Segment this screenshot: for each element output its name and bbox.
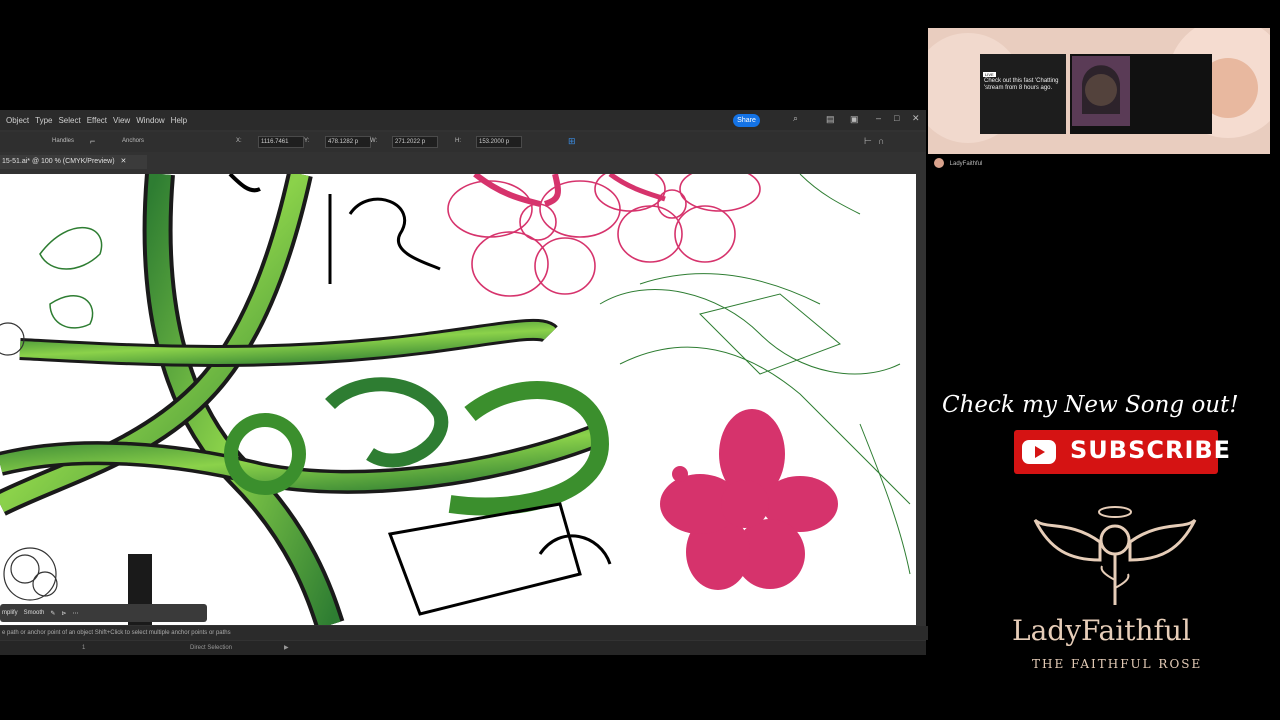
video-thumbnail[interactable] bbox=[1070, 54, 1212, 134]
shape-builder-icon[interactable]: ∩ bbox=[878, 136, 884, 146]
h-field[interactable]: 153.2000 p bbox=[476, 136, 522, 148]
w-label: W: bbox=[370, 138, 378, 144]
close-icon[interactable]: ✕ bbox=[912, 113, 920, 124]
avatar bbox=[934, 158, 944, 168]
artboard-number[interactable]: 1 bbox=[82, 641, 85, 655]
arrange-documents-icon[interactable]: ▤ bbox=[826, 114, 835, 125]
flower-outline-2 bbox=[594, 174, 761, 263]
status-hint: e path or anchor point of an object Shif… bbox=[0, 626, 928, 640]
streamer-row: LadyFaithful bbox=[934, 158, 1134, 172]
anchor-tool-icon[interactable]: ⊳ bbox=[61, 610, 66, 617]
vine-curl bbox=[325, 377, 449, 468]
promo-text: Check out this fast 'Chatting 'stream fr… bbox=[984, 78, 1059, 91]
menu-type[interactable]: Type bbox=[35, 116, 52, 125]
winged-rose-logo bbox=[1033, 506, 1197, 605]
share-button[interactable]: Share bbox=[733, 114, 760, 127]
brand-name: LadyFaithful bbox=[1012, 614, 1191, 647]
streamer-thumbnail-svg bbox=[1072, 56, 1130, 126]
pen-tool-icon[interactable]: ✎ bbox=[50, 610, 55, 617]
live-badge: LIVE bbox=[983, 72, 996, 77]
x-label: X: bbox=[236, 138, 242, 144]
youtube-icon bbox=[1022, 440, 1056, 464]
menu-select[interactable]: Select bbox=[58, 116, 80, 125]
minimize-icon[interactable]: – bbox=[876, 113, 881, 123]
menu-window[interactable]: Window bbox=[136, 116, 164, 125]
cta-text: Check my New Song out! bbox=[942, 392, 1239, 418]
y-field[interactable]: 478.1282 p bbox=[325, 136, 371, 148]
flower-outline-1 bbox=[447, 180, 621, 297]
h-label: H: bbox=[455, 138, 461, 144]
search-icon[interactable]: ⌕ bbox=[793, 113, 798, 124]
document-tab[interactable]: 15-51.ai* @ 100 % (CMYK/Preview) ✕ bbox=[0, 155, 147, 169]
workspace-icon[interactable]: ▣ bbox=[850, 114, 859, 125]
control-bar: Handles ⌐ Anchors X: 1116.7461 Y: 478.12… bbox=[0, 132, 926, 152]
document-tab-title: 15-51.ai* @ 100 % (CMYK/Preview) bbox=[2, 158, 115, 165]
contextual-task-bar: mplify Smooth ✎ ⊳ ⋯ bbox=[0, 604, 207, 622]
artboard-canvas[interactable] bbox=[0, 174, 916, 625]
simplify-button[interactable]: mplify bbox=[2, 610, 18, 616]
x-field[interactable]: 1116.7461 bbox=[258, 136, 304, 148]
menu-effect[interactable]: Effect bbox=[87, 116, 107, 125]
menu-view[interactable]: View bbox=[113, 116, 130, 125]
align-icon[interactable]: ⊢ bbox=[864, 136, 872, 147]
close-tab-icon[interactable]: ✕ bbox=[121, 158, 127, 165]
streamer-name: LadyFaithful bbox=[949, 160, 983, 167]
transform-icon[interactable]: ⊞ bbox=[568, 136, 576, 147]
menu-help[interactable]: Help bbox=[171, 116, 187, 125]
y-label: Y: bbox=[304, 138, 310, 144]
menu-object[interactable]: Object bbox=[6, 116, 29, 125]
anchors-label: Anchors bbox=[122, 138, 145, 144]
smooth-button[interactable]: Smooth bbox=[24, 610, 45, 616]
brand-tagline: THE FAITHFUL ROSE bbox=[1032, 657, 1203, 671]
current-tool-label: Direct Selection bbox=[190, 645, 233, 651]
bottom-bar: 1 Direct Selection ▶ bbox=[0, 641, 926, 655]
artwork-svg bbox=[0, 174, 911, 625]
subscribe-label: SUBSCRIBE bbox=[1070, 436, 1232, 464]
flower-filled bbox=[660, 409, 838, 590]
promo-card[interactable]: LIVE Check out this fast 'Chatting 'stre… bbox=[980, 54, 1066, 134]
more-options-icon[interactable]: ⋯ bbox=[72, 610, 78, 617]
maximize-icon[interactable]: □ bbox=[894, 113, 899, 123]
handles-label: Handles bbox=[52, 138, 75, 144]
play-icon[interactable]: ▶ bbox=[284, 641, 289, 655]
convert-anchor-icon[interactable]: ⌐ bbox=[90, 136, 95, 146]
menu-bar: Object Type Select Effect View Window He… bbox=[0, 110, 926, 130]
w-field[interactable]: 271.2022 p bbox=[392, 136, 438, 148]
illustrator-window: Object Type Select Effect View Window He… bbox=[0, 110, 928, 655]
